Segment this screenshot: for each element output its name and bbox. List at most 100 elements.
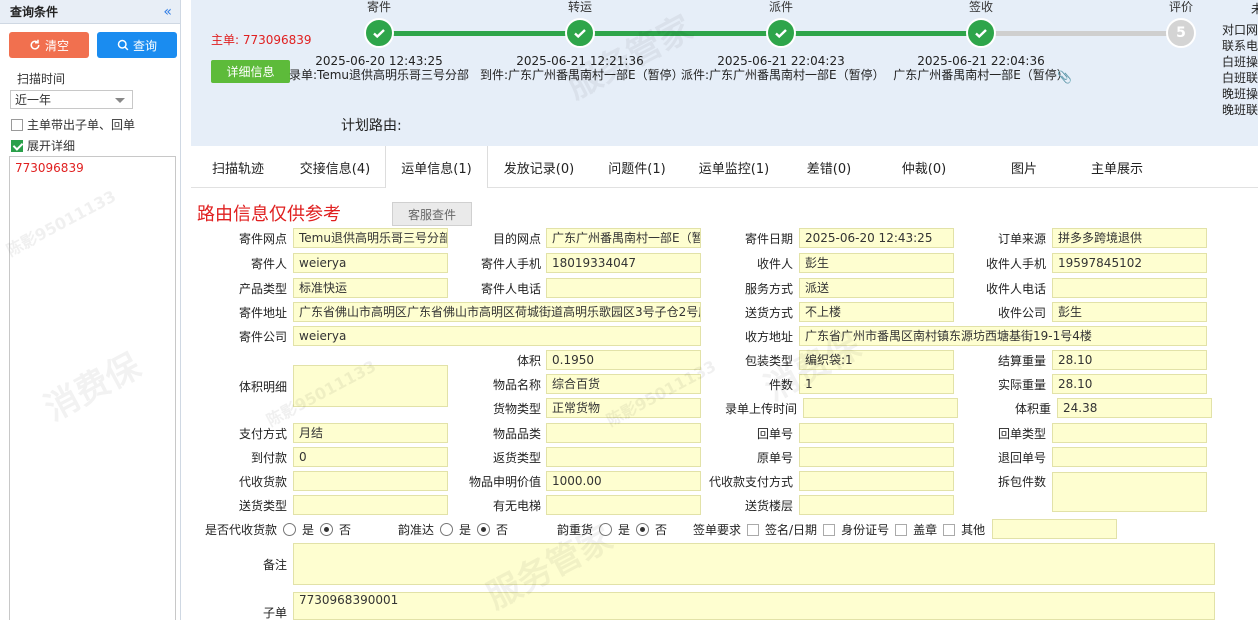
step-time: 2025-06-21 12:21:36 — [516, 54, 644, 68]
dest-site-label: 目的网点 — [492, 232, 541, 246]
yun-question: 韵准达 — [398, 523, 435, 537]
receiver-phone-label: 收件人电话 — [985, 282, 1046, 296]
upload-time-field — [803, 398, 958, 418]
receiver-company-label: 收件公司 — [997, 306, 1046, 320]
pieces-label: 件数 — [768, 378, 793, 392]
heavy-radio-group: 韵重货 是 否 — [557, 521, 667, 538]
goods-type-field: 正常货物 — [546, 398, 701, 418]
check-icon — [364, 18, 394, 48]
receiver-address-label: 收方地址 — [744, 330, 793, 344]
clear-button[interactable]: 清空 — [9, 32, 89, 58]
note-line: 白班联 — [1222, 71, 1258, 85]
id-number-checkbox[interactable] — [823, 523, 836, 536]
yun-no-radio[interactable] — [477, 523, 491, 536]
goods-name-field: 综合百货 — [546, 374, 701, 394]
query-label: 查询 — [132, 38, 157, 53]
plan-route-label: 计划路由: — [341, 118, 402, 134]
waybill-info-panel: 路由信息仅供参考 客服查件 寄件网点 Temu退供高明乐哥三号分部 目的网点 广… — [191, 188, 1258, 620]
delivery-type-label: 送货类型 — [238, 499, 287, 513]
tab-release[interactable]: 发放记录(0) — [488, 146, 590, 188]
settle-weight-label: 结算重量 — [997, 354, 1046, 368]
chk-expand-label: 展开详细 — [27, 139, 76, 153]
note-line: 晚班操 — [1222, 87, 1258, 101]
chk-sub-label: 主单带出子单、回单 — [27, 118, 136, 132]
freight-collect-field: 0 — [293, 447, 448, 467]
upload-time-label: 录单上传时间 — [724, 402, 797, 416]
step-time: 2025-06-21 22:04:23 — [717, 54, 845, 68]
scan-time-value: 近一年 — [15, 93, 52, 107]
order-source-label: 订单来源 — [997, 232, 1046, 246]
delivery-type-field — [293, 495, 448, 515]
note-line: 对口网 — [1222, 23, 1258, 37]
tab-monitor[interactable]: 运单监控(1) — [684, 146, 784, 188]
receiver-address-field: 广东省广州市番禺区南村镇东源坊西塘基街19-1号4楼 — [799, 326, 1207, 346]
original-no-label: 原单号 — [756, 451, 793, 465]
tab-error[interactable]: 差错(0) — [784, 146, 874, 188]
waybill-list: 773096839 — [9, 156, 176, 620]
tab-problem[interactable]: 问题件(1) — [590, 146, 684, 188]
volume-detail-field — [293, 365, 448, 407]
settle-weight-field: 28.10 — [1052, 350, 1207, 370]
declared-value-field: 1000.00 — [546, 471, 701, 491]
send-date-label: 寄件日期 — [744, 232, 793, 246]
heavy-no-radio[interactable] — [636, 523, 650, 536]
cod-method-label: 代收款支付方式 — [708, 475, 793, 489]
unpack-count-field — [1052, 472, 1207, 512]
cod-no-radio[interactable] — [320, 523, 334, 536]
send-date-field: 2025-06-20 12:43:25 — [799, 228, 954, 248]
tab-master-view[interactable]: 主单展示 — [1074, 146, 1160, 188]
chk-sub-checkbox[interactable] — [11, 118, 23, 131]
yun-yes-radio[interactable] — [440, 523, 454, 536]
return-goods-type-label: 返货类型 — [492, 451, 541, 465]
step-desc: 到件:广东广州番禺南村一部E（暂停） — [480, 68, 684, 82]
remark-field[interactable] — [293, 543, 1215, 585]
tab-scan-track[interactable]: 扫描轨迹 — [191, 146, 285, 188]
step-name: 评价 — [1168, 0, 1193, 14]
heavy-yes-radio[interactable] — [599, 523, 613, 536]
original-no-field — [799, 447, 954, 467]
chk-expand-checkbox[interactable] — [11, 139, 23, 152]
right-top-text: 未 — [1251, 2, 1258, 16]
cod-yes-radio[interactable] — [283, 523, 297, 536]
sender-address-label: 寄件地址 — [238, 306, 287, 320]
cod-field — [293, 471, 448, 491]
sub-waybill-label: 子单 — [262, 606, 287, 620]
step-name: 转运 — [567, 0, 592, 14]
return-no-label: 回单号 — [756, 427, 793, 441]
collapse-icon[interactable]: « — [163, 4, 172, 20]
note-line: 白班操 — [1222, 55, 1258, 69]
radio-label: 是 — [618, 523, 631, 537]
other-checkbox[interactable] — [943, 523, 956, 536]
cs-query-button[interactable]: 客服查件 — [392, 202, 472, 226]
volume-label: 体积 — [516, 354, 541, 368]
chk-sub-row[interactable]: 主单带出子单、回单 — [11, 116, 135, 133]
checkbox-label: 盖章 — [913, 523, 938, 537]
tab-waybill-info[interactable]: 运单信息(1) — [385, 146, 488, 189]
step-rate-circle: 5 — [1166, 18, 1196, 48]
scan-time-label: 扫描时间 — [17, 72, 66, 86]
package-type-label: 包装类型 — [744, 354, 793, 368]
refresh-icon — [30, 39, 40, 50]
sub-waybill-field: 7730968390001 — [293, 592, 1215, 620]
cod-method-field — [799, 471, 954, 491]
freight-collect-label: 到付款 — [250, 451, 287, 465]
return-goods-type-field — [546, 447, 701, 467]
list-item[interactable]: 773096839 — [10, 157, 175, 179]
scan-time-select[interactable]: 近一年 — [10, 90, 133, 109]
goods-category-label: 物品品类 — [492, 427, 541, 441]
query-button[interactable]: 查询 — [97, 32, 177, 58]
check-icon — [966, 18, 996, 48]
sign-date-checkbox[interactable] — [747, 523, 760, 536]
step-sign: 签收 2025-06-21 22:04:36 广东广州番禺南村一部E（暂停） — [881, 0, 1081, 83]
checkbox-label: 签名/日期 — [765, 523, 818, 537]
stamp-checkbox[interactable] — [895, 523, 908, 536]
tab-images[interactable]: 图片 — [974, 146, 1074, 188]
tab-arbitration[interactable]: 仲裁(0) — [874, 146, 974, 188]
attachment-icon[interactable]: 📎 — [1057, 70, 1072, 84]
sign-other-field[interactable] — [992, 519, 1117, 539]
volume-detail-label: 体积明细 — [238, 380, 287, 394]
tab-handover[interactable]: 交接信息(4) — [285, 146, 385, 188]
chk-expand-row[interactable]: 展开详细 — [11, 137, 75, 154]
return-no-field — [799, 423, 954, 443]
product-type-field: 标准快运 — [293, 278, 448, 298]
